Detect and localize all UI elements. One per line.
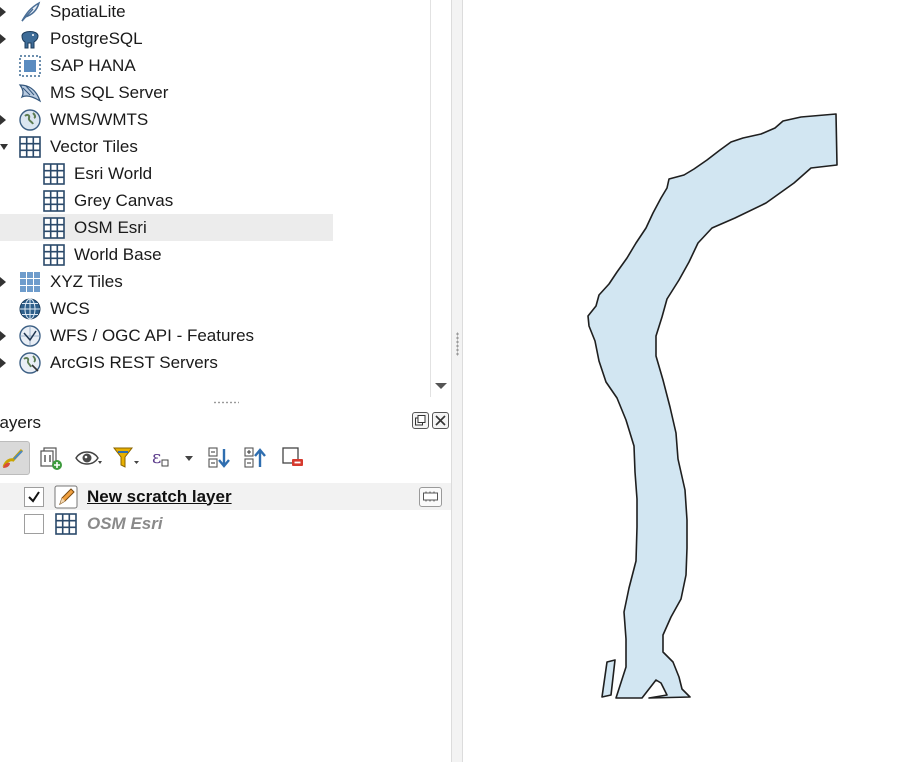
filter-icon[interactable] bbox=[110, 441, 142, 475]
globe-icon bbox=[18, 108, 42, 132]
expand-arrow-icon[interactable] bbox=[0, 349, 10, 376]
browser-item-label: ArcGIS REST Servers bbox=[50, 352, 218, 372]
browser-item-postgresql[interactable]: PostgreSQL bbox=[0, 25, 430, 52]
arcgis-globe-icon bbox=[18, 351, 42, 375]
expand-arrow-icon[interactable] bbox=[0, 0, 10, 25]
collapse-arrow-icon[interactable] bbox=[0, 133, 10, 160]
expand-all-icon[interactable] bbox=[204, 441, 234, 475]
editing-indicator-icon[interactable] bbox=[419, 486, 442, 507]
browser-item-xyz-tiles[interactable]: XYZ Tiles bbox=[0, 268, 430, 295]
browser-item-wms-wmts[interactable]: WMS/WMTS bbox=[0, 106, 430, 133]
sap-hana-icon bbox=[18, 54, 42, 78]
browser-item-osm-esri[interactable]: OSM Esri bbox=[0, 214, 333, 241]
pencil-icon bbox=[54, 485, 78, 509]
browser-item-label: SAP HANA bbox=[50, 55, 136, 75]
browser-item-wfs-ogc[interactable]: WFS / OGC API - Features bbox=[0, 322, 430, 349]
browser-item-world-base[interactable]: World Base bbox=[0, 241, 430, 268]
style-brush-icon[interactable] bbox=[0, 441, 30, 475]
eye-icon[interactable] bbox=[72, 441, 106, 475]
layers-panel-title: Layers bbox=[0, 413, 42, 432]
vector-tiles-icon bbox=[42, 216, 66, 240]
expand-arrow-icon[interactable] bbox=[0, 106, 10, 133]
panel-buttons bbox=[412, 412, 449, 429]
xyz-tiles-icon bbox=[18, 270, 42, 294]
lake-inlet-polygon[interactable] bbox=[601, 659, 616, 698]
vector-tiles-icon bbox=[42, 243, 66, 267]
vector-tiles-icon bbox=[42, 162, 66, 186]
close-panel-icon[interactable] bbox=[432, 412, 449, 429]
browser-item-wcs[interactable]: WCS bbox=[0, 295, 430, 322]
layer-row-osm-esri[interactable]: OSM Esri bbox=[0, 510, 451, 537]
browser-item-sap-hana[interactable]: SAP HANA bbox=[0, 52, 430, 79]
vector-tiles-icon bbox=[54, 512, 78, 536]
browser-item-label: SpatiaLite bbox=[50, 1, 126, 21]
browser-item-label: WMS/WMTS bbox=[50, 109, 149, 129]
lake-polygon[interactable] bbox=[587, 113, 838, 699]
left-dock: SpatiaLite PostgreSQL SAP HANA MS SQL Se… bbox=[0, 0, 451, 762]
mssql-icon bbox=[18, 81, 42, 105]
remove-layer-icon[interactable] bbox=[278, 441, 308, 475]
expand-arrow-icon[interactable] bbox=[0, 268, 10, 295]
browser-item-vector-tiles[interactable]: Vector Tiles bbox=[0, 133, 430, 160]
browser-item-esri-world[interactable]: Esri World bbox=[0, 160, 430, 187]
vector-tiles-icon bbox=[42, 189, 66, 213]
browser-scrollbar[interactable] bbox=[430, 0, 450, 397]
layer-list[interactable]: New scratch layer OSM Esri bbox=[0, 483, 451, 762]
browser-item-label: Esri World bbox=[74, 163, 153, 183]
browser-item-label: MS SQL Server bbox=[50, 82, 169, 102]
browser-item-label: PostgreSQL bbox=[50, 28, 143, 48]
browser-tree[interactable]: SpatiaLite PostgreSQL SAP HANA MS SQL Se… bbox=[0, 0, 430, 397]
scroll-down-arrow-icon[interactable] bbox=[431, 377, 451, 395]
wfs-globe-icon bbox=[18, 324, 42, 348]
add-group-icon[interactable] bbox=[36, 441, 66, 475]
map-svg bbox=[587, 113, 838, 699]
layers-panel: Layers ε bbox=[0, 407, 451, 762]
browser-item-spatialite[interactable]: SpatiaLite bbox=[0, 0, 430, 25]
layer-name[interactable]: New scratch layer bbox=[87, 487, 232, 507]
browser-panel: SpatiaLite PostgreSQL SAP HANA MS SQL Se… bbox=[0, 0, 451, 397]
layer-visibility-checkbox[interactable] bbox=[24, 513, 44, 534]
browser-item-label: Vector Tiles bbox=[50, 136, 138, 156]
browser-item-label: XYZ Tiles bbox=[50, 271, 123, 291]
browser-item-ms-sql-server[interactable]: MS SQL Server bbox=[0, 79, 430, 106]
browser-item-label: OSM Esri bbox=[74, 217, 147, 237]
collapse-all-icon[interactable] bbox=[240, 441, 270, 475]
expression-filter-icon[interactable]: ε bbox=[148, 441, 198, 475]
browser-item-label: World Base bbox=[74, 244, 162, 264]
browser-item-grey-canvas[interactable]: Grey Canvas bbox=[0, 187, 430, 214]
float-panel-icon[interactable] bbox=[412, 412, 429, 429]
layers-toolbar: ε bbox=[0, 441, 451, 475]
layer-row-new-scratch-layer[interactable]: New scratch layer bbox=[0, 483, 451, 510]
svg-text:ε: ε bbox=[152, 447, 161, 468]
elephant-icon bbox=[18, 27, 42, 51]
browser-item-label: WFS / OGC API - Features bbox=[50, 325, 255, 345]
vector-tiles-icon bbox=[18, 135, 42, 159]
browser-item-label: WCS bbox=[50, 298, 90, 318]
expand-arrow-icon[interactable] bbox=[0, 322, 10, 349]
dock-splitter[interactable] bbox=[0, 397, 451, 407]
browser-item-arcgis-rest[interactable]: ArcGIS REST Servers bbox=[0, 349, 430, 376]
browser-item-label: Grey Canvas bbox=[74, 190, 174, 210]
layer-visibility-checkbox[interactable] bbox=[24, 486, 44, 507]
feather-icon bbox=[18, 0, 42, 24]
map-canvas[interactable] bbox=[463, 0, 920, 762]
dock-map-separator[interactable] bbox=[451, 0, 463, 762]
wcs-globe-icon bbox=[18, 297, 42, 321]
layer-name[interactable]: OSM Esri bbox=[87, 514, 163, 534]
expand-arrow-icon[interactable] bbox=[0, 25, 10, 52]
